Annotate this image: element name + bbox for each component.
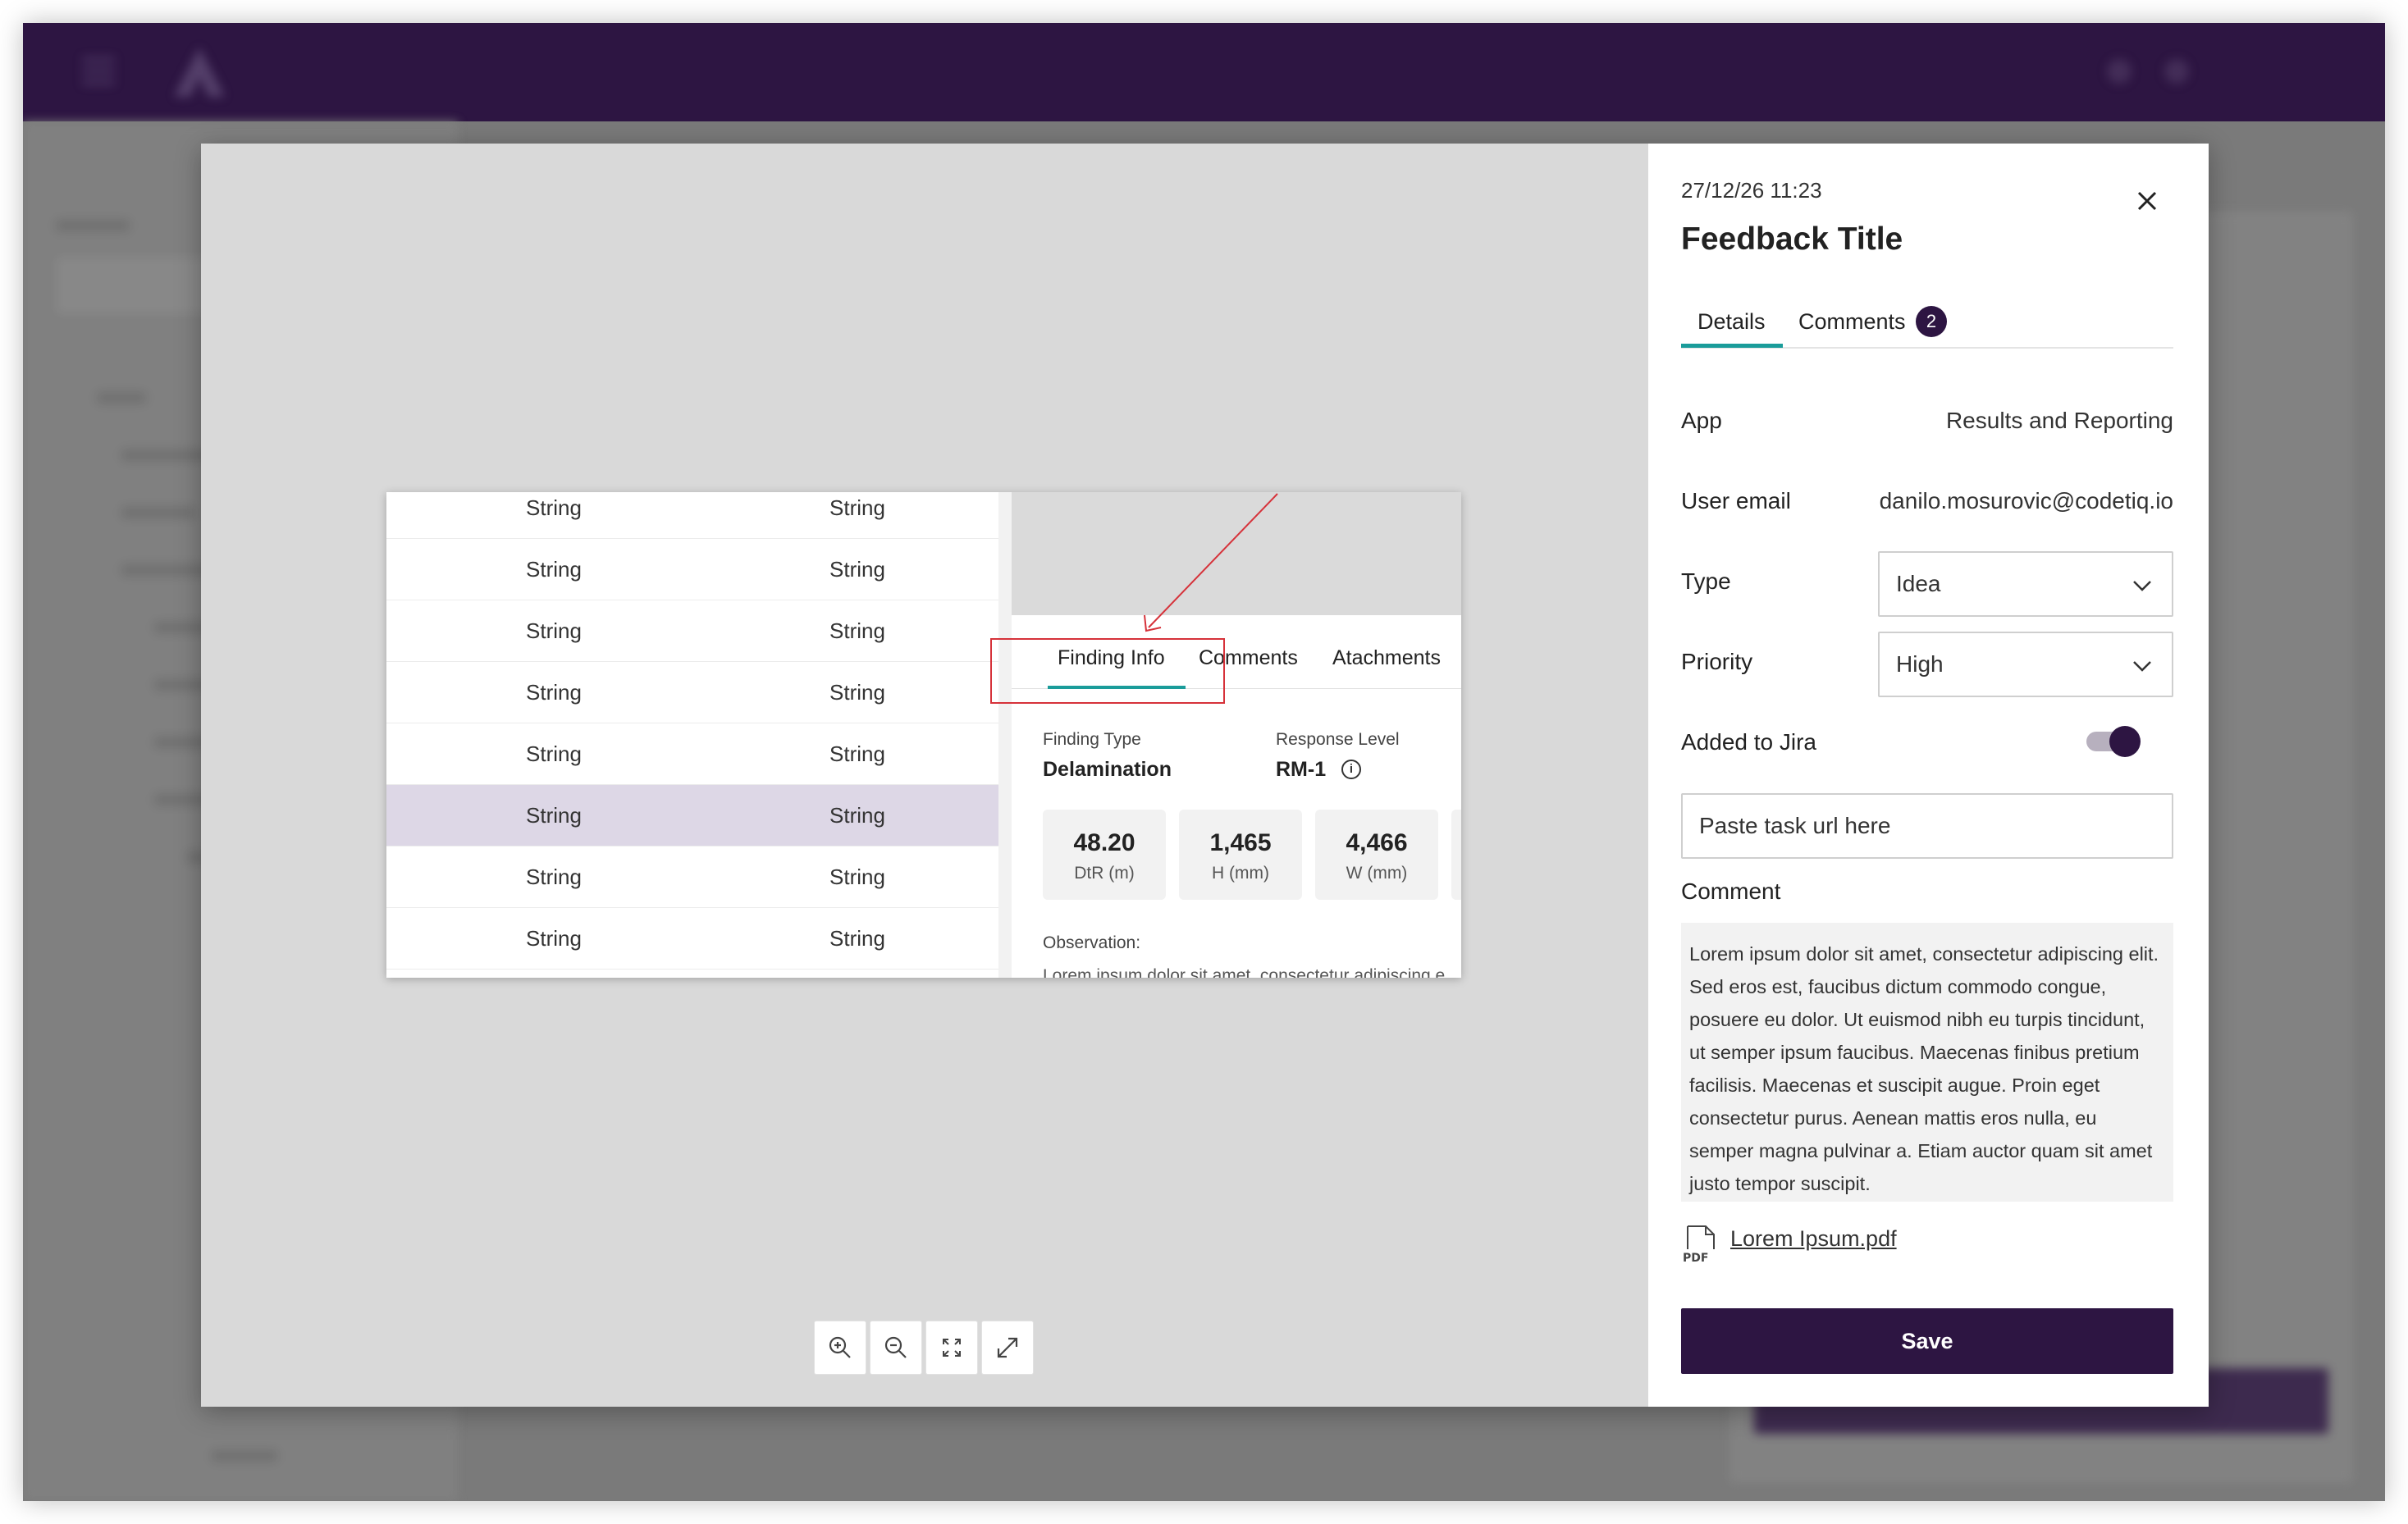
close-icon[interactable] [2132, 186, 2162, 216]
table-cell: String [526, 680, 582, 705]
zoom-out-button[interactable] [870, 1321, 922, 1375]
tab-active-underline [1681, 344, 1783, 348]
table-row: String String [386, 492, 998, 539]
table-row: String String [386, 723, 998, 785]
app-value: Results and Reporting [1945, 408, 2173, 433]
fit-screen-icon [943, 1339, 961, 1357]
metric-card: 48.20 DtR (m) [1043, 810, 1166, 900]
preview-panel-image [1012, 492, 1461, 615]
zoom-in-button[interactable] [814, 1321, 866, 1375]
attachment-link[interactable]: Lorem Ipsum.pdf [1730, 1226, 1897, 1252]
chevron-down-icon [2133, 661, 2151, 672]
table-cell: String [829, 680, 885, 705]
comment-text: Lorem ipsum dolor sit amet, consectetur … [1681, 923, 2173, 1202]
metric-value: 4,466 [1346, 829, 1408, 856]
app-logo [174, 48, 225, 97]
info-icon: i [1341, 760, 1361, 779]
details-tabs: Details Comments 2 [1681, 291, 2173, 349]
expand-icon [997, 1337, 1018, 1358]
feedback-screenshot: String String String String String Strin… [386, 492, 1461, 978]
feedback-title: Feedback Title [1681, 221, 1903, 257]
added-to-jira-toggle[interactable] [2086, 726, 2141, 757]
expand-button[interactable] [981, 1321, 1034, 1375]
fit-screen-button[interactable] [925, 1321, 978, 1375]
table-cell: String [829, 557, 885, 582]
toggle-knob [2109, 726, 2141, 757]
table-cell: String [526, 557, 582, 582]
table-cell: String [829, 495, 885, 520]
user-icon [2164, 59, 2189, 84]
finding-type-label: Finding Type [1043, 730, 1141, 749]
metric-value: 1,465 [1209, 829, 1272, 856]
metric-card: 1,465 H (mm) [1179, 810, 1302, 900]
metric-card: 4,466 W (mm) [1315, 810, 1438, 900]
table-cell: String [829, 926, 885, 951]
table-cell: String [526, 495, 582, 520]
table-cell: String [829, 741, 885, 766]
table-row-selected: String String [386, 785, 998, 846]
preview-tab-attachments: Atachments [1332, 646, 1442, 669]
table-row: String String [386, 539, 998, 600]
zoom-in-icon [829, 1336, 851, 1358]
table-cell: String [526, 618, 582, 643]
menu-icon [82, 57, 115, 85]
preview-divider [998, 492, 1012, 978]
type-select-value: Idea [1896, 571, 1941, 596]
app-header [23, 23, 2385, 121]
table-row: String String [386, 846, 998, 908]
metric-unit: H (mm) [1212, 864, 1269, 883]
task-url-input[interactable]: Paste task url here [1681, 793, 2173, 859]
user-email-label: User email [1681, 488, 1791, 513]
table-row: String String [386, 908, 998, 970]
zoom-out-icon [884, 1336, 907, 1358]
save-button[interactable]: Save [1681, 1308, 2173, 1374]
feedback-details-panel: 27/12/26 11:23 Feedback Title Details Co… [1648, 144, 2209, 1407]
metric-unit: W (mm) [1346, 864, 1408, 883]
table-row: String String [386, 662, 998, 723]
priority-select[interactable]: High [1878, 632, 2173, 697]
table-cell: String [829, 865, 885, 889]
tab-details[interactable]: Details [1697, 309, 1766, 335]
table-cell: String [526, 803, 582, 828]
metric-card-partial [1451, 810, 1461, 900]
priority-label: Priority [1681, 649, 1753, 674]
preview-table: String String String String String Strin… [386, 492, 998, 978]
table-row: String String [386, 600, 998, 662]
feedback-date: 27/12/26 11:23 [1681, 178, 1822, 203]
response-level-label: Response Level [1276, 730, 1400, 749]
finding-type-value: Delamination [1043, 758, 1172, 781]
chevron-down-icon [2133, 581, 2151, 591]
table-cell: String [526, 926, 582, 951]
table-cell: String [829, 803, 885, 828]
pdf-file-icon: PDF [1683, 1225, 1715, 1264]
preview-finding-panel: Finding Info Comments Atachments Finding… [1012, 492, 1461, 978]
table-cell: String [526, 741, 582, 766]
user-email-value: danilo.mosurovic@codetiq.io [1879, 488, 2173, 513]
task-url-placeholder: Paste task url here [1699, 813, 1891, 838]
screenshot-preview[interactable]: String String String String String Strin… [201, 144, 1648, 1407]
observation-label: Observation: [1043, 933, 1141, 952]
feedback-modal: String String String String String Strin… [201, 144, 2209, 1407]
observation-text: Lorem ipsum dolor sit amet, consectetur … [1043, 966, 1446, 978]
table-cell: String [526, 865, 582, 889]
metric-unit: DtR (m) [1074, 864, 1135, 883]
table-cell: String [829, 618, 885, 643]
tab-comments[interactable]: Comments [1798, 309, 1906, 335]
annotation-highlight-box [990, 638, 1225, 704]
svg-text:PDF: PDF [1683, 1252, 1708, 1264]
added-to-jira-label: Added to Jira [1681, 729, 1816, 755]
comment-label: Comment [1681, 878, 1781, 904]
metric-value: 48.20 [1073, 829, 1135, 856]
notifications-icon [2107, 59, 2132, 84]
response-level-value: RM-1 [1276, 758, 1327, 781]
type-select[interactable]: Idea [1878, 551, 2173, 617]
app-label: App [1681, 408, 1722, 433]
zoom-toolbar [814, 1321, 1034, 1375]
priority-select-value: High [1896, 651, 1944, 677]
comments-count-badge: 2 [1916, 306, 1947, 337]
type-label: Type [1681, 568, 1731, 594]
